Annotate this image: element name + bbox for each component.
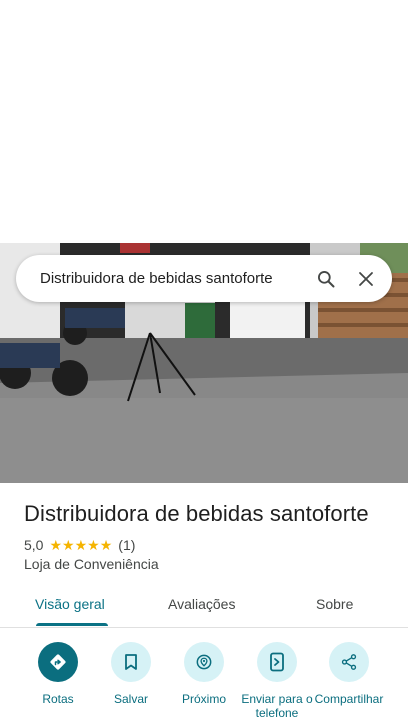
share-icon <box>329 642 369 682</box>
tab-bar: Visão geral Avaliações Sobre <box>0 586 408 628</box>
share-label: Compartilhar <box>314 692 384 706</box>
place-title: Distribuidora de bebidas santoforte <box>24 501 369 526</box>
tab-overview[interactable]: Visão geral <box>35 596 105 612</box>
star-icon: ★ <box>99 537 113 553</box>
nearby-label: Próximo <box>181 692 226 706</box>
action-bar: Rotas Salvar Próximo Enviar para o telef… <box>0 640 408 726</box>
directions-icon <box>38 642 78 682</box>
active-tab-indicator <box>36 623 108 626</box>
share-button[interactable]: Compartilhar <box>311 642 387 706</box>
rating-row[interactable]: 5,0 ★ ★ ★ ★ ★ (1) <box>24 536 135 554</box>
star-icon: ★ <box>87 537 100 553</box>
bookmark-icon <box>111 642 151 682</box>
send-to-phone-icon <box>257 642 297 682</box>
search-input[interactable]: Distribuidora de bebidas santoforte <box>40 270 306 287</box>
rating-stars: ★ ★ ★ ★ ★ <box>49 538 112 552</box>
place-category: Loja de Conveniência <box>24 556 159 572</box>
search-bar[interactable]: Distribuidora de bebidas santoforte <box>16 255 392 302</box>
review-count[interactable]: (1) <box>118 537 135 553</box>
tab-reviews[interactable]: Avaliações <box>168 596 235 612</box>
close-icon[interactable] <box>346 259 386 299</box>
send-to-phone-button[interactable]: Enviar para o telefone <box>239 642 315 720</box>
nearby-icon <box>184 642 224 682</box>
save-label: Salvar <box>113 692 148 706</box>
send-to-phone-label: Enviar para o telefone <box>241 692 313 720</box>
rating-value: 5,0 <box>24 537 44 553</box>
search-icon[interactable] <box>306 259 346 299</box>
star-icon: ★ <box>62 537 75 553</box>
nearby-button[interactable]: Próximo <box>166 642 242 706</box>
star-icon: ★ <box>74 537 88 553</box>
save-button[interactable]: Salvar <box>93 642 169 706</box>
directions-label: Rotas <box>42 692 74 706</box>
tab-about[interactable]: Sobre <box>316 596 353 612</box>
directions-button[interactable]: Rotas <box>20 642 96 706</box>
star-icon: ★ <box>49 537 63 553</box>
